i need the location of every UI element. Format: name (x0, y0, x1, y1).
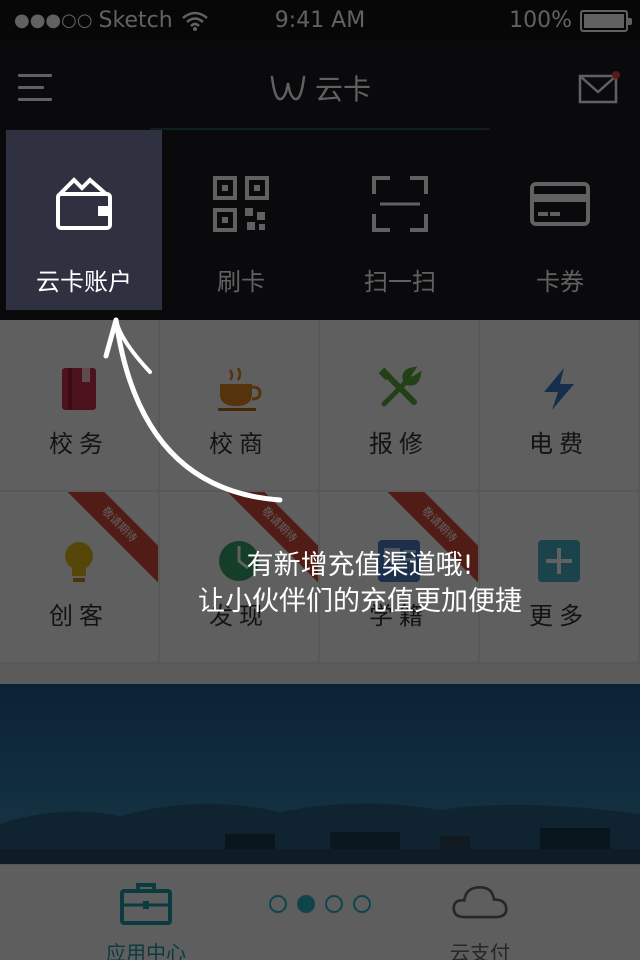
status-bar: ●●●○○ Sketch 9:41 AM 100% (0, 0, 640, 40)
lightning-icon (544, 368, 574, 410)
tab-app-center[interactable]: 应用中心 (66, 879, 226, 960)
battery-percent: 100% (509, 8, 572, 33)
app-title: 云卡 (0, 68, 640, 108)
mail-icon (578, 71, 620, 104)
coffee-cup-icon (218, 367, 262, 411)
tab-label: 云支付 (450, 941, 510, 960)
nav-bar: 云卡 (0, 40, 640, 130)
section-divider (0, 664, 640, 684)
guide-tip: 有新增充值渠道哦! 让小伙伴们的充值更加便捷 (120, 548, 600, 620)
grid-label: 创客 (49, 602, 109, 630)
app-title-text: 云卡 (314, 73, 371, 106)
tab-swipe-card[interactable]: 刷卡 (162, 130, 320, 320)
pager-dot[interactable] (269, 895, 287, 913)
highlighted-cloud-account[interactable]: 云卡账户 (6, 130, 162, 310)
tip-line-2: 让小伙伴们的充值更加便捷 (198, 586, 522, 617)
scan-icon (372, 176, 428, 232)
tab-label: 扫一扫 (364, 268, 436, 296)
message-button[interactable] (578, 70, 620, 104)
tab-scan[interactable]: 扫一扫 (320, 130, 480, 320)
cloud-icon (452, 885, 508, 919)
grid-item-repair[interactable]: 报修 (320, 320, 480, 492)
promo-banner[interactable] (0, 684, 640, 864)
tools-icon (378, 366, 422, 407)
tab-label: 应用中心 (106, 941, 186, 960)
pager-dot[interactable] (353, 895, 371, 913)
grid-label: 校务 (49, 430, 109, 458)
wallet-icon (56, 177, 112, 230)
tab-label: 刷卡 (217, 268, 265, 296)
qrcode-icon (213, 176, 269, 232)
tab-cloud-pay[interactable]: 云支付 (400, 879, 560, 960)
lightbulb-icon (65, 542, 93, 582)
city-skyline-image (0, 803, 640, 864)
grid-item-school-affairs[interactable]: 校务 (0, 320, 160, 492)
grid-item-electricity[interactable]: 电费 (480, 320, 640, 492)
highlight-label: 云卡账户 (36, 268, 132, 296)
grid-label: 报修 (369, 430, 429, 458)
bottom-tab-bar: 应用中心 云支付 (0, 864, 640, 960)
unread-dot (612, 71, 620, 79)
app-logo-icon (270, 75, 306, 101)
battery-icon (580, 9, 632, 32)
pager-dot-active[interactable] (297, 895, 315, 913)
grid-label: 电费 (529, 430, 589, 458)
pager-dot[interactable] (325, 895, 343, 913)
battery-status: 100% (509, 8, 632, 33)
grid-label: 校商 (209, 430, 269, 458)
tab-label: 卡券 (536, 268, 584, 296)
grid-item-campus-shop[interactable]: 校商 (160, 320, 320, 492)
tip-line-1: 有新增充值渠道哦! (246, 550, 474, 581)
tab-coupons[interactable]: 卡券 (480, 130, 640, 320)
card-icon (530, 182, 590, 226)
book-icon (62, 368, 96, 410)
